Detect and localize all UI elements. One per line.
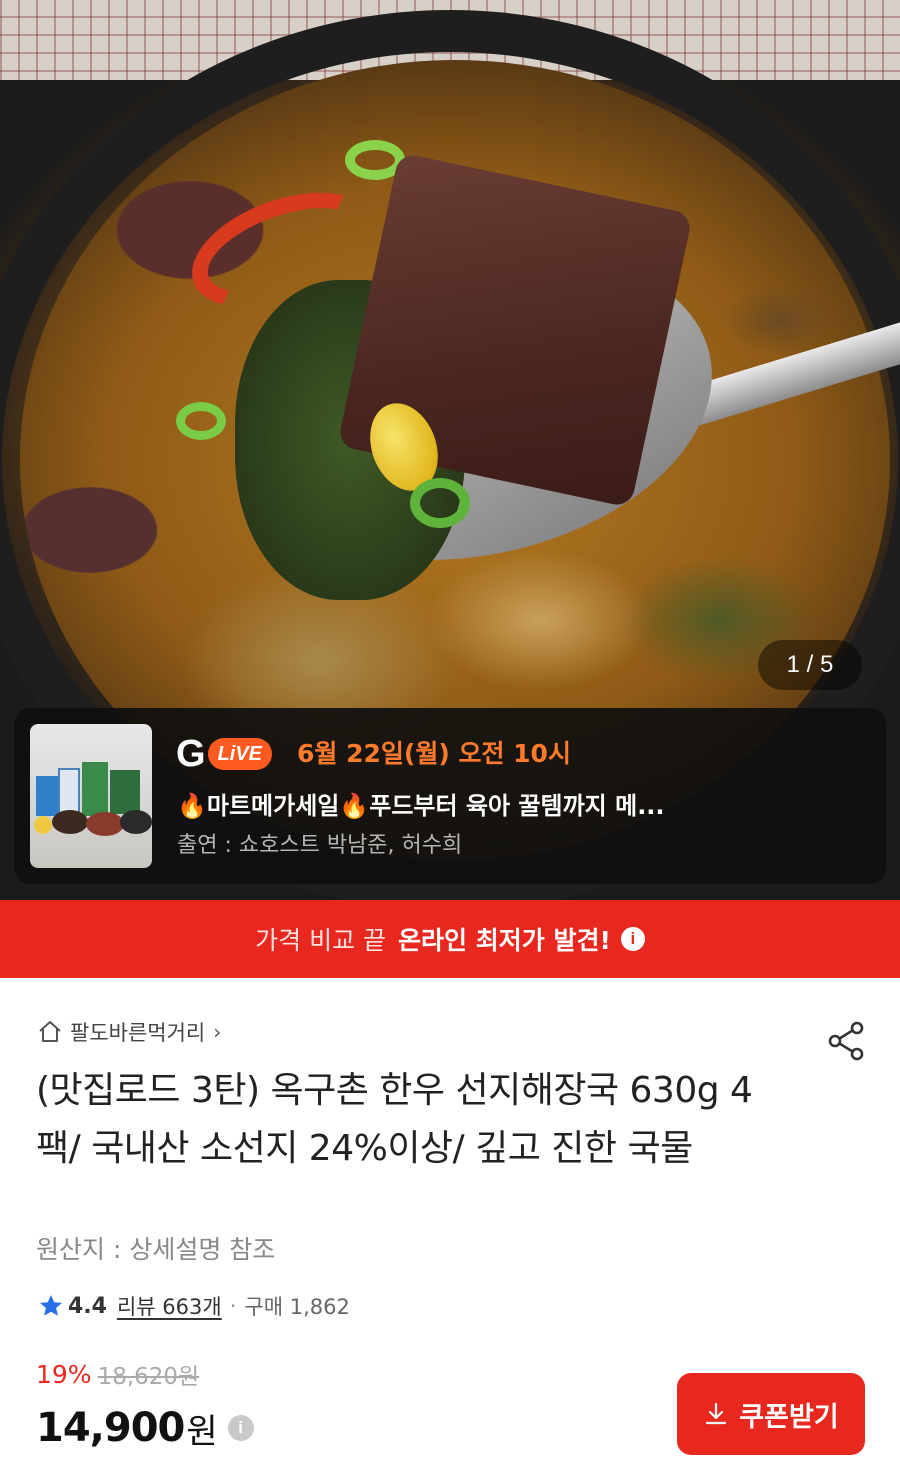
scallion-slice	[410, 478, 470, 528]
store-link[interactable]: 팔도바른먹거리 ›	[36, 1014, 221, 1050]
live-broadcast-banner[interactable]: G LiVE 6월 22일(월) 오전 10시 🔥마트메가세일🔥푸드부터 육아 …	[14, 708, 886, 884]
sale-price: 14,900	[36, 1405, 185, 1451]
live-host: 출연 : 쇼호스트 박남준, 허수희	[177, 833, 463, 858]
thumb-product	[120, 810, 152, 834]
discount-row: 19% 18,620원	[36, 1356, 199, 1392]
separator-dot: ·	[229, 1294, 237, 1318]
glive-logo: G LiVE	[176, 733, 273, 775]
discount-percent: 19%	[36, 1359, 92, 1389]
info-icon[interactable]: i	[620, 927, 645, 951]
rating-value: 4.4	[68, 1293, 107, 1319]
product-title: (맛집로드 3탄) 옥구촌 한우 선지해장국 630g 4팩/ 국내산 소선지 …	[36, 1070, 753, 1169]
thumb-product	[82, 762, 108, 816]
origin-info: 원산지 : 상세설명 참조	[36, 1235, 276, 1264]
home-icon	[39, 1021, 61, 1042]
coupon-button[interactable]: 쿠폰받기	[677, 1373, 865, 1455]
price-banner-lead: 가격 비교 끝	[255, 926, 387, 955]
thumb-product	[36, 776, 58, 816]
live-title: 🔥마트메가세일🔥푸드부터 육아 꿀템까지 메...	[177, 792, 665, 820]
chevron-right-icon: ›	[213, 1020, 222, 1044]
price-info-icon[interactable]: i	[227, 1415, 254, 1441]
original-price: 18,620원	[97, 1364, 200, 1390]
share-icon[interactable]	[826, 1020, 866, 1062]
purchase-count: 구매 1,862	[244, 1295, 350, 1319]
thumb-product	[34, 816, 52, 834]
sale-price-row: 14,900 원 i	[36, 1400, 254, 1456]
glive-live-badge: LiVE	[207, 738, 273, 770]
scallion-slice	[176, 402, 226, 440]
rating-row: 4.4 리뷰 663개 · 구매 1,862	[38, 1288, 350, 1324]
glive-logo-letter: G	[176, 733, 206, 775]
review-count-link[interactable]: 리뷰 663개	[117, 1291, 222, 1321]
star-icon	[40, 1295, 62, 1316]
store-name: 팔도바른먹거리	[70, 1021, 206, 1045]
price-comparison-banner[interactable]: 가격 비교 끝 온라인 최저가 발견! i	[0, 900, 900, 978]
thumb-product	[86, 812, 124, 836]
live-thumbnail	[30, 724, 152, 868]
download-icon	[706, 1402, 727, 1425]
image-counter: 1 / 5	[758, 640, 862, 690]
coupon-button-label: 쿠폰받기	[739, 1401, 839, 1433]
thumb-product	[110, 770, 140, 814]
live-date: 6월 22일(월) 오전 10시	[297, 739, 571, 768]
price-banner-highlight: 온라인 최저가 발견!	[398, 926, 611, 955]
thumb-product	[58, 768, 80, 814]
thumb-product	[52, 810, 88, 834]
currency-unit: 원	[186, 1411, 218, 1452]
